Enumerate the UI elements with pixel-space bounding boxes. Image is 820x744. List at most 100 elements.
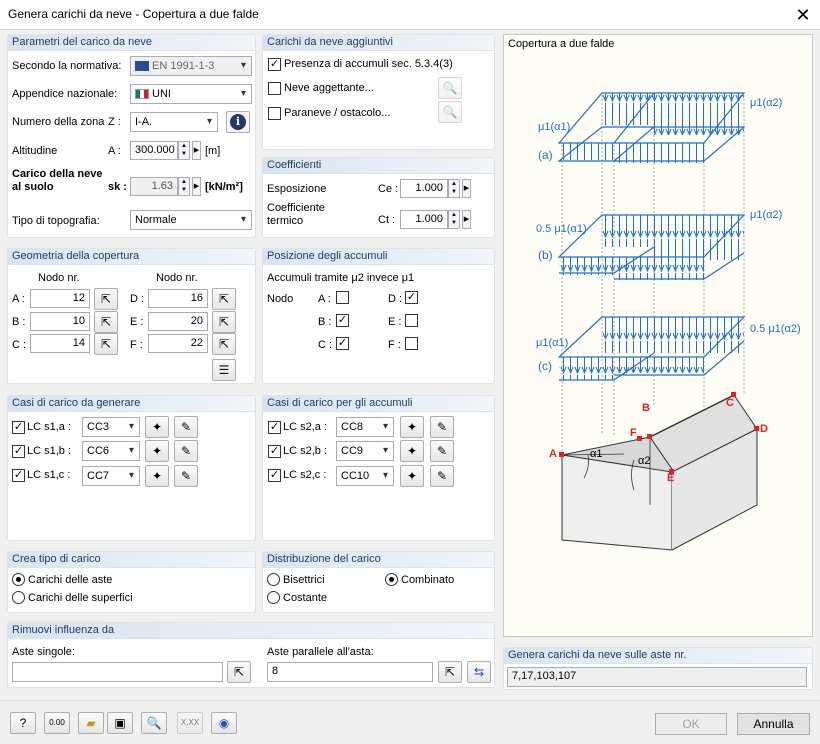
pick-parallel-members-icon[interactable]: ⇱ xyxy=(438,661,462,683)
group-header: Parametri del carico da neve xyxy=(8,35,255,51)
topography-select[interactable]: Normale ▾ xyxy=(130,210,252,230)
drift-c-checkbox[interactable]: ✓ xyxy=(336,337,349,350)
single-members-input[interactable] xyxy=(12,662,223,682)
member-loads-radio[interactable] xyxy=(12,573,25,586)
norm-label: Secondo la normativa: xyxy=(12,60,122,72)
pick-node-b-icon[interactable]: ⇱ xyxy=(94,311,118,333)
new-lc-s2a-icon[interactable]: ✦ xyxy=(400,416,424,438)
pick-node-a-icon[interactable]: ⇱ xyxy=(94,288,118,310)
drift-d-checkbox[interactable]: ✓ xyxy=(405,291,418,304)
close-icon[interactable]: ✕ xyxy=(788,2,818,28)
overhang-checkbox[interactable] xyxy=(268,82,281,95)
overhang-label: Neve aggettante... xyxy=(284,82,374,94)
node-col-header-right: Nodo nr. xyxy=(156,272,198,284)
footer-divider xyxy=(0,700,820,701)
lc-s1a-select[interactable]: CC3 ▾ xyxy=(82,417,140,437)
bisector-radio[interactable] xyxy=(267,573,280,586)
info-button[interactable]: i xyxy=(226,111,250,133)
lc-s2a-select[interactable]: CC8 ▾ xyxy=(336,417,394,437)
alpha2-label: α2 xyxy=(638,455,651,467)
pick-node-e-icon[interactable]: ⇱ xyxy=(212,311,236,333)
new-lc-s1b-icon[interactable]: ✦ xyxy=(145,440,169,462)
node-e-label: E : xyxy=(130,316,144,328)
combined-radio[interactable] xyxy=(385,573,398,586)
annex-value: UNI xyxy=(152,88,171,100)
new-lc-s1a-icon[interactable]: ✦ xyxy=(145,416,169,438)
thermal-spinner[interactable]: ▲ ▼ xyxy=(448,210,460,229)
snow-load-symbol: sk : xyxy=(108,181,127,193)
ok-button[interactable]: OK xyxy=(655,713,727,735)
open-icon[interactable]: ▰ xyxy=(78,712,104,734)
units-icon[interactable]: 0.00 xyxy=(44,712,70,734)
lc-s1b-select[interactable]: CC6 ▾ xyxy=(82,441,140,461)
snow-load-arrow-button[interactable]: ▶ xyxy=(192,177,201,196)
drift-a-checkbox[interactable] xyxy=(336,291,349,304)
parallel-members-input[interactable]: 8 xyxy=(267,662,433,682)
altitude-input[interactable]: 300.000 xyxy=(130,141,178,160)
lc-s2b-select[interactable]: CC9 ▾ xyxy=(336,441,394,461)
obstacle-checkbox[interactable] xyxy=(268,107,281,120)
edit-lc-s2c-icon[interactable]: ✎ xyxy=(430,465,454,487)
lc-s1c-checkbox[interactable]: ✓ xyxy=(12,469,25,482)
node-f-input[interactable]: 22 xyxy=(148,334,208,353)
edit-lc-s2a-icon[interactable]: ✎ xyxy=(430,416,454,438)
constant-radio[interactable] xyxy=(267,591,280,604)
lc-s1a-checkbox[interactable]: ✓ xyxy=(12,421,25,434)
half-mu1-a2-label-c: 0.5 μ1(α2) xyxy=(750,323,801,335)
eye-icon[interactable]: ◉ xyxy=(211,712,237,734)
exposure-spinner[interactable]: ▲ ▼ xyxy=(448,179,460,198)
node-b-input[interactable]: 10 xyxy=(30,312,90,331)
surface-loads-radio[interactable] xyxy=(12,591,25,604)
view-details-icon[interactable]: 🔍 xyxy=(141,712,167,734)
pick-all-nodes-icon[interactable]: ☰ xyxy=(212,359,236,381)
lc-s2b-label: LC s2,b : xyxy=(283,445,328,457)
new-lc-s2b-icon[interactable]: ✦ xyxy=(400,440,424,462)
node-a-input[interactable]: 12 xyxy=(30,289,90,308)
point-e-label: E xyxy=(667,472,675,484)
surface-loads-label: Carichi delle superfici xyxy=(28,592,133,604)
thermal-label-1: Coefficiente xyxy=(267,202,325,214)
lc-s1b-checkbox[interactable]: ✓ xyxy=(12,445,25,458)
thermal-input[interactable]: 1.000 xyxy=(400,210,448,229)
lc-s2c-select[interactable]: CC10 ▾ xyxy=(336,466,394,486)
lc-s1c-select[interactable]: CC7 ▾ xyxy=(82,466,140,486)
exposure-arrow-button[interactable]: ▶ xyxy=(462,179,471,198)
altitude-arrow-button[interactable]: ▶ xyxy=(192,141,201,160)
edit-lc-s1b-icon[interactable]: ✎ xyxy=(174,440,198,462)
node-d-input[interactable]: 16 xyxy=(148,289,208,308)
edit-lc-s2b-icon[interactable]: ✎ xyxy=(430,440,454,462)
new-lc-s2c-icon[interactable]: ✦ xyxy=(400,465,424,487)
case-a-label: (a) xyxy=(538,148,553,162)
annex-select[interactable]: UNI ▾ xyxy=(130,84,252,104)
zone-select[interactable]: I-A. ▾ xyxy=(130,112,218,132)
swap-icon[interactable]: ⇆ xyxy=(467,661,491,683)
pick-single-members-icon[interactable]: ⇱ xyxy=(227,661,251,683)
window-title: Genera carichi da neve - Copertura a due… xyxy=(8,7,259,21)
norm-select[interactable]: EN 1991-1-3 ▾ xyxy=(130,56,252,76)
node-e-input[interactable]: 20 xyxy=(148,312,208,331)
lc-s2c-checkbox[interactable]: ✓ xyxy=(268,469,281,482)
lc-s2a-label: LC s2,a : xyxy=(283,421,328,433)
drift-e-checkbox[interactable] xyxy=(405,314,418,327)
node-c-input[interactable]: 14 xyxy=(30,334,90,353)
drift-checkbox[interactable]: ✓ xyxy=(268,58,281,71)
pick-node-c-icon[interactable]: ⇱ xyxy=(94,333,118,355)
new-lc-s1c-icon[interactable]: ✦ xyxy=(145,465,169,487)
drift-f-checkbox[interactable] xyxy=(405,337,418,350)
node-a-label: A : xyxy=(12,293,25,305)
exposure-input[interactable]: 1.000 xyxy=(400,179,448,198)
help-icon[interactable]: ? xyxy=(10,712,36,734)
altitude-spinner[interactable]: ▲ ▼ xyxy=(178,141,190,160)
overhang-edit-icon: 🔍 xyxy=(438,77,462,99)
lc-s2a-checkbox[interactable]: ✓ xyxy=(268,421,281,434)
edit-lc-s1c-icon[interactable]: ✎ xyxy=(174,465,198,487)
thermal-arrow-button[interactable]: ▶ xyxy=(462,210,471,229)
edit-lc-s1a-icon[interactable]: ✎ xyxy=(174,416,198,438)
pick-node-f-icon[interactable]: ⇱ xyxy=(212,333,236,355)
lc-s2b-checkbox[interactable]: ✓ xyxy=(268,445,281,458)
cancel-button[interactable]: Annulla xyxy=(737,713,810,735)
save-icon[interactable]: ▣ xyxy=(107,712,133,734)
pick-node-d-icon[interactable]: ⇱ xyxy=(212,288,236,310)
diagram-panel: Copertura a due falde μ1(α1) μ1(α2) (a) … xyxy=(503,34,813,637)
drift-b-checkbox[interactable]: ✓ xyxy=(336,314,349,327)
